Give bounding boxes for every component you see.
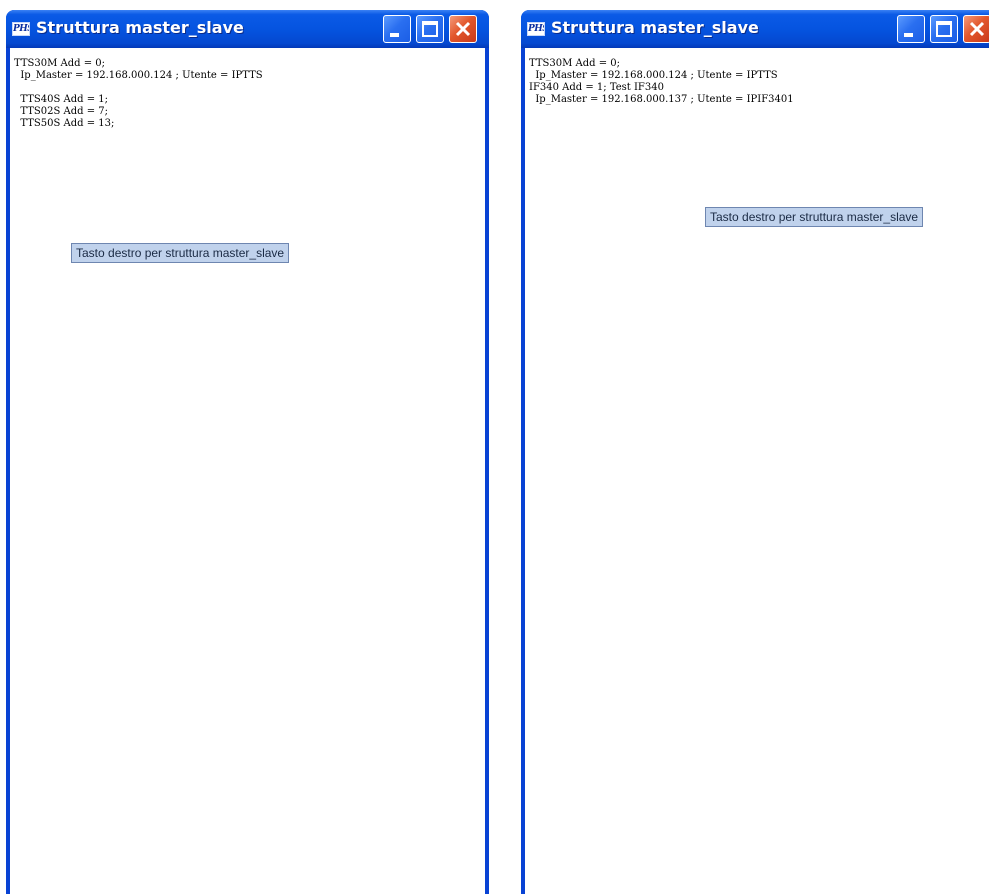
minimize-icon: [390, 33, 399, 37]
tooltip: Tasto destro per struttura master_slave: [71, 243, 290, 263]
minimize-button[interactable]: [383, 15, 411, 43]
title-bar[interactable]: PHS Struttura master_slave: [6, 10, 489, 48]
window-title: Struttura master_slave: [36, 18, 244, 37]
maximize-button[interactable]: [416, 15, 444, 43]
window-content[interactable]: TTS30M Add = 0; Ip_Master = 192.168.000.…: [10, 48, 485, 894]
minimize-icon: [904, 33, 913, 37]
minimize-button[interactable]: [897, 15, 925, 43]
app-icon[interactable]: PHS: [12, 22, 30, 36]
structure-window-left[interactable]: PHS Struttura master_slave TTS30M Add = …: [6, 10, 489, 894]
close-icon: [455, 21, 471, 37]
structure-line: TTS30M Add = 0;: [14, 58, 106, 69]
structure-text: TTS30M Add = 0; Ip_Master = 192.168.000.…: [10, 48, 485, 130]
structure-window-right[interactable]: PHS Struttura master_slave TTS30M Add = …: [521, 10, 989, 894]
structure-line: TTS30M Add = 0;: [529, 58, 621, 69]
window-content[interactable]: TTS30M Add = 0; Ip_Master = 192.168.000.…: [525, 48, 989, 894]
structure-line: TTS40S Add = 1;: [14, 94, 108, 105]
close-button[interactable]: [963, 15, 989, 43]
structure-line: TTS50S Add = 13;: [14, 118, 115, 129]
maximize-button[interactable]: [930, 15, 958, 43]
structure-text: TTS30M Add = 0; Ip_Master = 192.168.000.…: [525, 48, 989, 106]
close-button[interactable]: [449, 15, 477, 43]
structure-line: IF340 Add = 1; Test IF340: [529, 82, 664, 93]
structure-line: TTS02S Add = 7;: [14, 106, 108, 117]
maximize-icon: [936, 21, 952, 37]
window-title: Struttura master_slave: [551, 18, 759, 37]
close-icon: [969, 21, 985, 37]
structure-line: Ip_Master = 192.168.000.124 ; Utente = I…: [529, 70, 778, 81]
title-bar[interactable]: PHS Struttura master_slave: [521, 10, 989, 48]
maximize-icon: [422, 21, 438, 37]
app-icon[interactable]: PHS: [527, 22, 545, 36]
structure-line: Ip_Master = 192.168.000.137 ; Utente = I…: [529, 94, 794, 105]
tooltip: Tasto destro per struttura master_slave: [705, 207, 924, 227]
structure-line: Ip_Master = 192.168.000.124 ; Utente = I…: [14, 70, 263, 81]
